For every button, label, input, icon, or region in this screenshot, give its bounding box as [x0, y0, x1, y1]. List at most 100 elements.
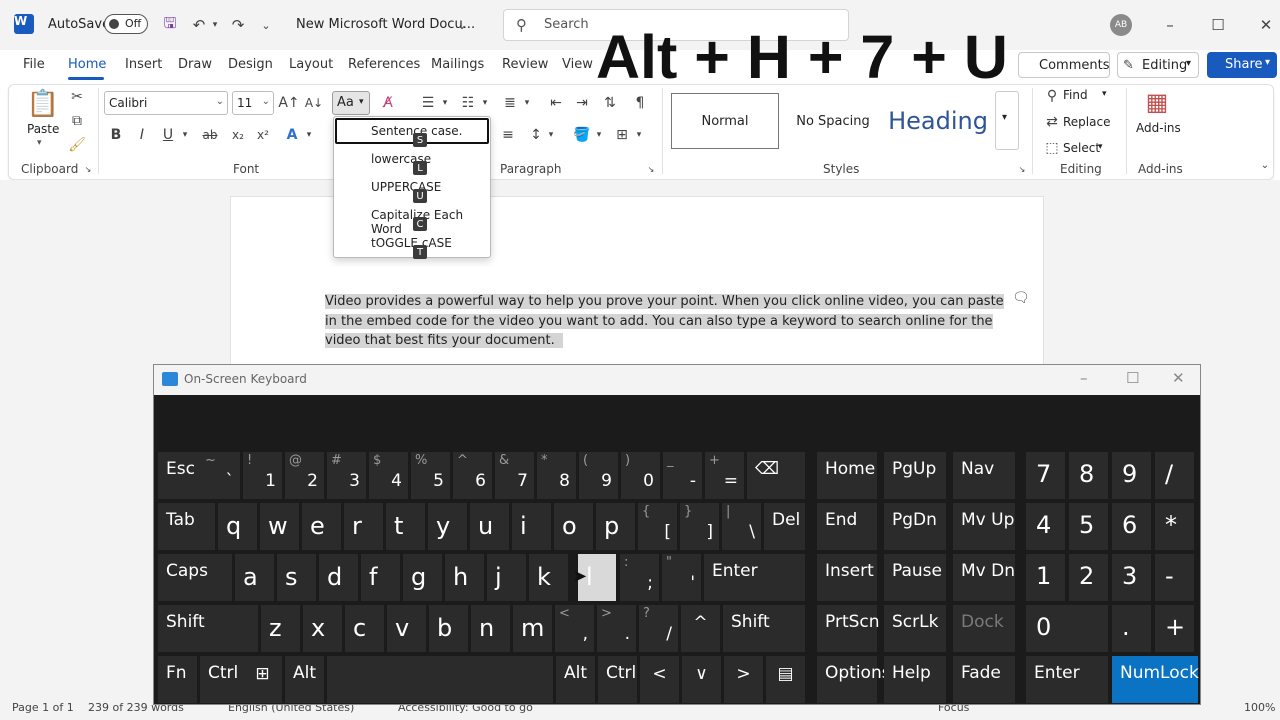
grow-font-icon[interactable]: A↑	[278, 93, 299, 113]
key-symbol[interactable]: ∨	[682, 656, 721, 703]
font-name-combo[interactable]: Calibri ⌄	[104, 91, 228, 115]
numbering-icon[interactable]: ☷	[458, 93, 478, 113]
key-shift[interactable]: Shift	[158, 605, 258, 652]
key-s[interactable]: s	[277, 554, 316, 601]
numpad-key-numlock[interactable]: NumLock	[1112, 656, 1199, 703]
key-k[interactable]: k	[529, 554, 568, 601]
numpad-key-7[interactable]: 7	[1026, 452, 1065, 499]
tab-file[interactable]: File	[23, 57, 45, 72]
document-text-line[interactable]: in the embed code for the video you want…	[325, 312, 993, 331]
comments-button[interactable]: Comments	[1018, 52, 1110, 78]
key-symbol[interactable]: :;	[620, 554, 659, 601]
key-6[interactable]: ^ 6	[453, 452, 492, 499]
clear-formatting-icon[interactable]: A̸	[378, 93, 398, 113]
chevron-down-icon[interactable]: ▾	[37, 138, 42, 148]
key-del[interactable]: Del	[764, 503, 805, 550]
show-formatting-icon[interactable]: ¶	[630, 93, 650, 113]
key-u[interactable]: u	[470, 503, 509, 550]
avatar[interactable]: AB	[1110, 14, 1132, 36]
decrease-indent-icon[interactable]: ⇤	[546, 93, 566, 113]
key-help[interactable]: Help	[884, 656, 946, 703]
replace-button[interactable]: Replace	[1063, 115, 1110, 129]
shrink-font-icon[interactable]: A↓	[305, 93, 323, 113]
key-f[interactable]: f	[361, 554, 400, 601]
key-j[interactable]: j	[487, 554, 526, 601]
key-symbol[interactable]: ▤	[766, 656, 805, 703]
minimize-icon[interactable]: –	[1080, 369, 1088, 387]
case-option-capitalize[interactable]: Capitalize Each Word	[371, 208, 490, 236]
sort-icon[interactable]: ⇅	[600, 93, 620, 113]
undo-dropdown-icon[interactable]: ▾	[209, 17, 221, 33]
key-1[interactable]: ! 1	[243, 452, 282, 499]
italic-button[interactable]: I	[134, 125, 150, 145]
borders-icon[interactable]: ⊞	[612, 125, 632, 145]
key-symbol[interactable]: | \	[722, 503, 761, 550]
find-icon[interactable]: ⚲	[1044, 88, 1060, 104]
autosave-toggle[interactable]: Off	[104, 14, 148, 34]
save-icon[interactable]: 🖫	[160, 14, 180, 35]
tab-review[interactable]: Review	[502, 57, 548, 72]
key-space[interactable]	[327, 656, 553, 703]
key-symbol[interactable]: ⊞	[243, 656, 282, 703]
numpad-key-9[interactable]: 9	[1112, 452, 1151, 499]
key-mvup[interactable]: Mv Up	[953, 503, 1015, 550]
add-ins-icon[interactable]: ▦	[1142, 87, 1172, 117]
chevron-down-icon[interactable]: ▾	[480, 95, 490, 111]
key-9[interactable]: (9	[579, 452, 618, 499]
key-symbol[interactable]: }]	[680, 503, 719, 550]
key-o[interactable]: o	[554, 503, 593, 550]
key-7[interactable]: & 7	[495, 452, 534, 499]
text-effects-icon[interactable]: A	[282, 125, 302, 145]
key-scrlk[interactable]: ScrLk	[884, 605, 946, 652]
tab-insert[interactable]: Insert	[125, 57, 162, 72]
numpad-key-6[interactable]: 6	[1112, 503, 1151, 550]
close-icon[interactable]: ✕	[1172, 369, 1185, 387]
key-end[interactable]: End	[817, 503, 877, 550]
zoom-level[interactable]: 100%	[1244, 701, 1275, 714]
chevron-down-icon[interactable]: ▾	[1102, 89, 1107, 99]
key-3[interactable]: #3	[327, 452, 366, 499]
key-pgdn[interactable]: PgDn	[884, 503, 946, 550]
dialog-launcher-icon[interactable]: ↘	[1017, 164, 1027, 174]
key-symbol[interactable]: _ -	[663, 452, 702, 499]
key-2[interactable]: @2	[285, 452, 324, 499]
document-text-line[interactable]: video that best fits your document.	[325, 331, 563, 350]
key-ctrl[interactable]: Ctrl	[598, 656, 637, 703]
tab-mailings[interactable]: Mailings	[431, 57, 484, 72]
copy-icon[interactable]: ⧉	[68, 112, 86, 130]
key-v[interactable]: v	[387, 605, 426, 652]
key-y[interactable]: y	[428, 503, 467, 550]
numpad-key-2[interactable]: 2	[1069, 554, 1108, 601]
page-count[interactable]: Page 1 of 1	[12, 701, 74, 714]
find-button[interactable]: Find	[1063, 88, 1088, 102]
close-icon[interactable]: ✕	[1256, 15, 1276, 35]
numpad-key-4[interactable]: 4	[1026, 503, 1065, 550]
key-p[interactable]: p	[596, 503, 635, 550]
key-t[interactable]: t	[386, 503, 425, 550]
chevron-down-icon[interactable]: ▾	[546, 127, 556, 143]
numpad-key-8[interactable]: 8	[1069, 452, 1108, 499]
chevron-down-icon[interactable]: ▾	[180, 127, 190, 143]
tab-home[interactable]: Home	[68, 57, 106, 72]
key-alt[interactable]: Alt	[556, 656, 595, 703]
key-fn[interactable]: Fn	[158, 656, 197, 703]
key-symbol[interactable]: <	[640, 656, 679, 703]
key-home[interactable]: Home	[817, 452, 877, 499]
key-symbol[interactable]: ⌫	[747, 452, 805, 499]
numpad-key-1[interactable]: 1	[1026, 554, 1065, 601]
key-options[interactable]: Options	[817, 656, 891, 703]
multilevel-list-icon[interactable]: ≣	[500, 93, 520, 113]
case-option-uppercase[interactable]: UPPERCASE	[371, 180, 441, 194]
key-i[interactable]: i	[512, 503, 551, 550]
numpad-key-5[interactable]: 5	[1069, 503, 1108, 550]
key-8[interactable]: * 8	[537, 452, 576, 499]
key-4[interactable]: $4	[369, 452, 408, 499]
align-icon[interactable]: ≡	[498, 125, 518, 145]
line-spacing-icon[interactable]: ↕	[526, 125, 546, 145]
numpad-key-0[interactable]: 0	[1026, 605, 1108, 652]
new-comment-icon[interactable]: 🗨	[1012, 290, 1030, 306]
tab-draw[interactable]: Draw	[178, 57, 212, 72]
chevron-down-icon[interactable]: ▾	[522, 95, 532, 111]
numpad-key-x[interactable]: -	[1155, 554, 1194, 601]
key-enter[interactable]: Enter	[704, 554, 805, 601]
